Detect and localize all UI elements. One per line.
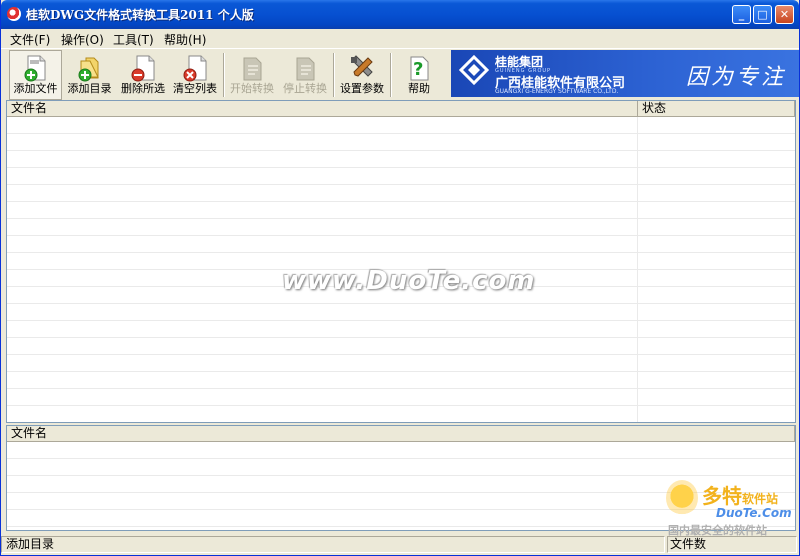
add-dir-button[interactable]: 添加目录	[63, 50, 116, 100]
company-banner: 桂能集团 GUINENG GROUP 广西桂能软件有限公司 GUANGXI G-…	[451, 50, 799, 97]
column-header-status[interactable]: 状态	[638, 101, 795, 117]
status-bar: 添加目录 文件数	[1, 535, 799, 555]
add-file-button[interactable]: 添加文件	[9, 50, 62, 100]
title-bar[interactable]: 桂软DWG文件格式转换工具2011 个人版 _ □ ✕	[1, 0, 799, 29]
menu-help[interactable]: 帮助(H)	[164, 31, 206, 48]
status-message: 添加目录	[1, 536, 665, 553]
menu-file[interactable]: 文件(F)	[10, 31, 50, 48]
menu-tools[interactable]: 工具(T)	[113, 31, 154, 48]
window-title: 桂软DWG文件格式转换工具2011 个人版	[26, 8, 254, 22]
app-window: 桂软DWG文件格式转换工具2011 个人版 _ □ ✕ 文件(F) 操作(O) …	[0, 0, 800, 556]
corner-watermark-brand-main: 多特	[702, 484, 742, 508]
company-logo-icon	[459, 55, 489, 85]
minimize-button[interactable]: _	[732, 5, 751, 24]
tools-icon	[351, 55, 373, 77]
delete-selected-label: 删除所选	[121, 82, 165, 95]
banner-slogan: 因为专注	[686, 65, 787, 90]
stop-convert-button[interactable]: 停止转换	[279, 50, 331, 100]
file-list[interactable]: 文件名 状态 www.DuoTe.com	[6, 100, 796, 423]
add-file-label: 添加文件	[13, 82, 58, 95]
add-folder-icon	[78, 57, 99, 82]
help-label: 帮助	[408, 82, 430, 95]
toolbar-separator	[223, 53, 225, 97]
site-watermark: www.DuoTe.com	[282, 266, 536, 296]
help-button[interactable]: ? 帮助	[393, 50, 445, 100]
help-icon: ?	[410, 56, 429, 81]
delete-selected-button[interactable]: 删除所选	[117, 50, 169, 100]
corner-watermark-brand-sub: 软件站	[742, 492, 779, 506]
delete-file-icon	[131, 55, 155, 82]
menu-operate[interactable]: 操作(O)	[61, 31, 104, 48]
banner-company-english: GUANGXI G-ENERGY SOFTWARE CO.,LTD.	[495, 88, 619, 95]
start-convert-button[interactable]: 开始转换	[226, 50, 278, 100]
svg-text:?: ?	[413, 59, 423, 80]
clear-list-button[interactable]: 清空列表	[170, 50, 220, 100]
corner-watermark-brand: 多特软件站	[702, 480, 778, 509]
maximize-button[interactable]: □	[753, 5, 772, 24]
settings-button[interactable]: 设置参数	[336, 50, 388, 100]
app-icon[interactable]	[7, 7, 21, 21]
corner-watermark-site: DuoTe.Com	[716, 506, 792, 520]
corner-watermark: 多特软件站 DuoTe.Com 国内最安全的软件站	[666, 478, 796, 537]
add-file-icon	[24, 55, 45, 82]
start-convert-icon	[243, 57, 262, 81]
close-button[interactable]: ✕	[775, 5, 794, 24]
column-divider	[637, 117, 638, 422]
mascot-icon	[666, 480, 698, 516]
start-convert-label: 开始转换	[230, 82, 274, 95]
output-column-header-filename[interactable]: 文件名	[7, 426, 795, 442]
toolbar-separator	[333, 53, 335, 97]
stop-convert-icon	[296, 57, 315, 81]
status-file-count: 文件数	[667, 536, 797, 553]
column-header-filename[interactable]: 文件名	[7, 101, 638, 117]
add-dir-label: 添加目录	[67, 82, 112, 95]
stop-convert-label: 停止转换	[283, 82, 327, 95]
clear-list-icon	[183, 55, 207, 82]
toolbar-separator	[390, 53, 392, 97]
menu-bar: 文件(F) 操作(O) 工具(T) 帮助(H)	[1, 29, 799, 48]
clear-list-label: 清空列表	[173, 82, 217, 95]
corner-watermark-tagline: 国内最安全的软件站	[668, 524, 767, 537]
settings-label: 设置参数	[340, 82, 384, 95]
